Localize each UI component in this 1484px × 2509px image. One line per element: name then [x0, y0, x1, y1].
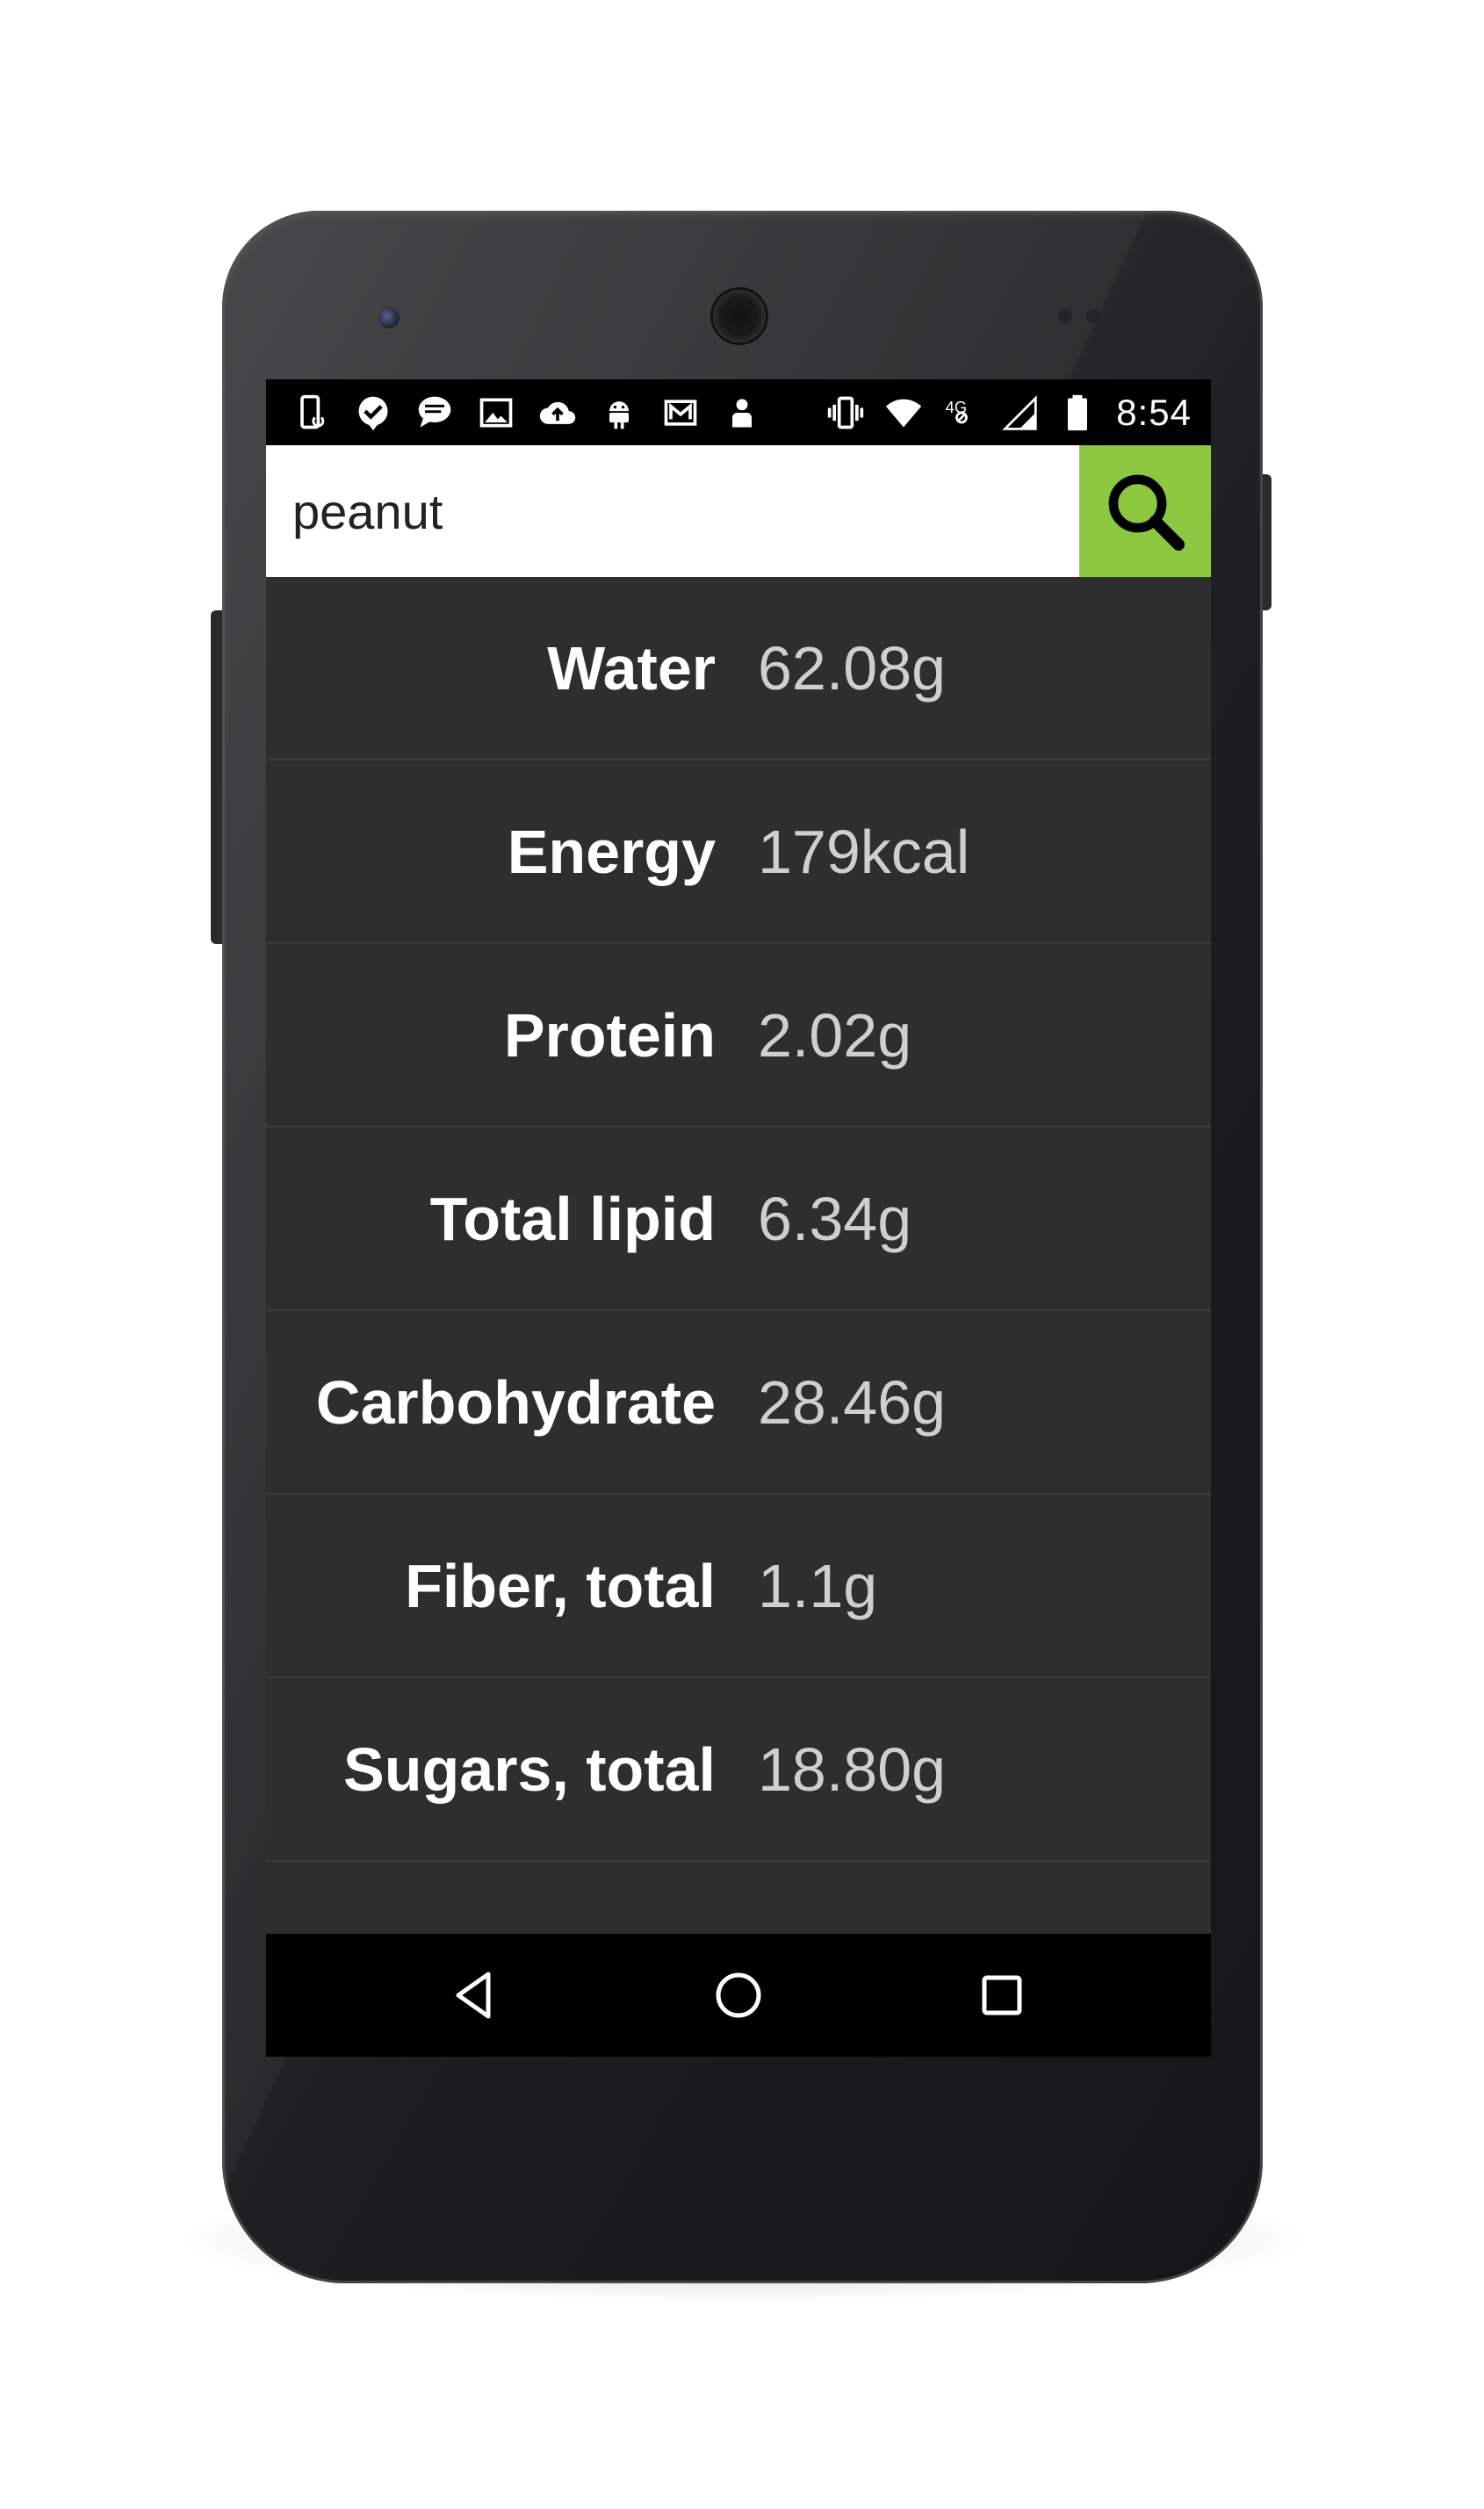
nutrient-row-fiber[interactable]: Fiber, total 1.1g: [266, 1495, 1211, 1678]
search-bar: [266, 445, 1211, 577]
light-sensor: [1086, 309, 1100, 323]
proximity-sensor: [1058, 309, 1072, 323]
cell-signal-icon: [1002, 394, 1037, 430]
mail-icon: [664, 399, 697, 426]
chat-bubble-icon: [418, 396, 451, 427]
nutrient-label: Water: [547, 634, 716, 703]
earpiece-speaker: [713, 290, 766, 342]
notification-icons: [292, 379, 761, 445]
nutrient-row-sugars[interactable]: Sugars, total 18.80g: [266, 1678, 1211, 1862]
system-status-icons: 4G 8:54: [826, 379, 1192, 445]
stage: 4G 8:54 peanut Water 62.08g Energy 179kc…: [0, 0, 1484, 2509]
android-icon: [609, 400, 629, 429]
phone-sync-icon: [300, 394, 325, 429]
nutrient-label: Sugars, total: [343, 1735, 716, 1804]
search-input[interactable]: [266, 445, 1079, 577]
nutrient-row-energy[interactable]: Energy 179kcal: [266, 761, 1211, 944]
clock: 8:54: [1116, 391, 1192, 433]
nutrient-label: Energy: [507, 818, 716, 886]
battery-icon: [1068, 394, 1088, 430]
nutrient-value: 6.34g: [758, 1185, 912, 1253]
cloud-upload-icon: [539, 401, 576, 424]
nutrient-value: 1.1g: [758, 1552, 878, 1620]
home-button[interactable]: [677, 1934, 800, 2057]
nutrient-label: Carbohydrate: [315, 1368, 716, 1437]
nutrient-value: 28.46g: [758, 1368, 947, 1437]
nutrient-label: Total lipid: [429, 1185, 716, 1253]
check-badge-icon: [358, 396, 388, 430]
nutrient-row-carbohydrate[interactable]: Carbohydrate 28.46g: [266, 1311, 1211, 1495]
nutrient-label: Protein: [503, 1001, 716, 1070]
nutrient-value: 179kcal: [758, 818, 970, 886]
nutrient-value: 62.08g: [758, 634, 947, 703]
recents-icon: [982, 1975, 1022, 2015]
vibrate-icon: [828, 396, 864, 429]
nutrient-label: Fiber, total: [405, 1552, 716, 1620]
nutrient-row-water[interactable]: Water 62.08g: [266, 577, 1211, 761]
back-icon: [456, 1972, 491, 2019]
status-bar: 4G 8:54: [266, 379, 1211, 445]
nutrient-row-total-lipid[interactable]: Total lipid 6.34g: [266, 1128, 1211, 1311]
nutrient-value: 2.02g: [758, 1001, 912, 1070]
image-icon: [479, 398, 513, 427]
person-icon: [732, 398, 752, 427]
home-icon: [716, 1972, 761, 2018]
nutrient-row-partial: [266, 1862, 1211, 1934]
nutrient-value: 18.80g: [758, 1735, 947, 1804]
nutrient-row-protein[interactable]: Protein 2.02g: [266, 944, 1211, 1128]
search-icon: [1108, 474, 1185, 552]
nutrient-list: Water 62.08g Energy 179kcal Protein 2.02…: [266, 577, 1211, 1934]
wifi-icon: [886, 399, 922, 427]
back-button[interactable]: [413, 1934, 536, 2057]
search-button[interactable]: [1079, 445, 1211, 577]
navigation-bar: [266, 1934, 1211, 2057]
app-screen: 4G 8:54 peanut Water 62.08g Energy 179kc…: [266, 379, 1211, 2057]
recents-button[interactable]: [940, 1934, 1063, 2057]
front-camera: [378, 307, 400, 328]
network-4g-icon: 4G: [946, 398, 969, 423]
